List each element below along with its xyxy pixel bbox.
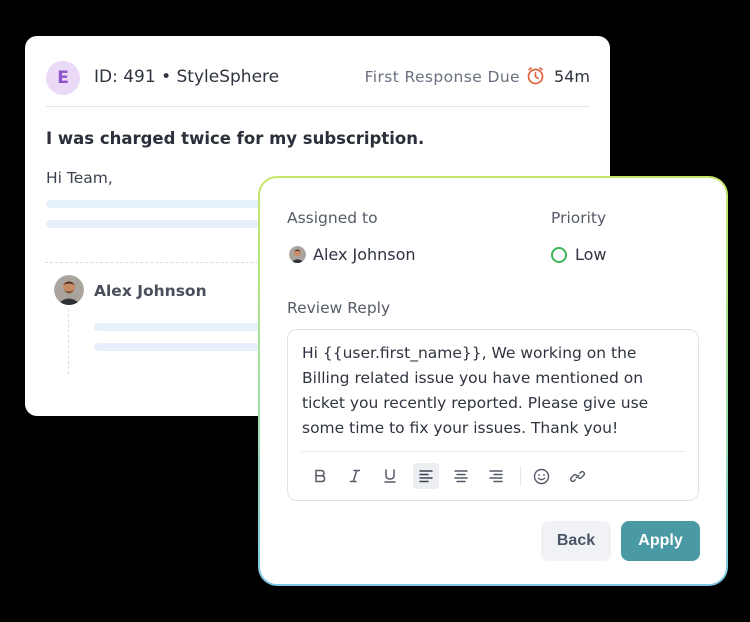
customer-avatar: E	[46, 61, 80, 95]
assignee-selector[interactable]: Alex Johnson	[289, 245, 416, 264]
italic-icon[interactable]	[342, 463, 368, 489]
text-placeholder	[94, 343, 261, 351]
assignee-name: Alex Johnson	[313, 245, 416, 264]
bold-icon[interactable]	[307, 463, 333, 489]
author-avatar	[54, 275, 84, 305]
priority-value: Low	[575, 245, 607, 264]
ticket-subject: I was charged twice for my subscription.	[46, 129, 425, 148]
link-icon[interactable]	[564, 463, 590, 489]
first-response-time: 54m	[554, 67, 590, 86]
thread-line	[68, 309, 69, 374]
reply-author-name: Alex Johnson	[94, 282, 207, 300]
align-left-icon[interactable]	[413, 463, 439, 489]
ticket-id: ID: 491 • StyleSphere	[94, 67, 280, 87]
ticket-greeting: Hi Team,	[46, 169, 113, 187]
reply-textarea[interactable]: Hi {{user.first_name}}, We working on th…	[302, 341, 684, 441]
reply-editor[interactable]: Hi {{user.first_name}}, We working on th…	[287, 329, 699, 501]
priority-label: Priority	[551, 209, 607, 227]
text-placeholder	[46, 200, 261, 208]
underline-icon[interactable]	[377, 463, 403, 489]
text-placeholder	[46, 220, 261, 228]
toolbar-divider	[301, 451, 685, 452]
priority-status-icon	[551, 246, 567, 263]
ticket-header: E ID: 491 • StyleSphere First Response D…	[46, 58, 590, 107]
align-right-icon[interactable]	[483, 463, 509, 489]
align-center-icon[interactable]	[448, 463, 474, 489]
assigned-to-label: Assigned to	[287, 209, 378, 227]
apply-button[interactable]: Apply	[621, 521, 700, 561]
priority-selector[interactable]: Low	[551, 245, 607, 264]
text-placeholder	[94, 323, 261, 331]
assignee-avatar	[289, 246, 306, 263]
timer-icon	[527, 67, 544, 85]
review-panel: Assigned to Priority Alex Johnson Low Re…	[260, 178, 726, 584]
emoji-icon[interactable]	[528, 463, 554, 489]
toolbar-separator	[520, 466, 521, 486]
back-button[interactable]: Back	[541, 521, 611, 561]
review-reply-label: Review Reply	[287, 299, 391, 317]
first-response-label: First Response Due	[364, 68, 520, 86]
